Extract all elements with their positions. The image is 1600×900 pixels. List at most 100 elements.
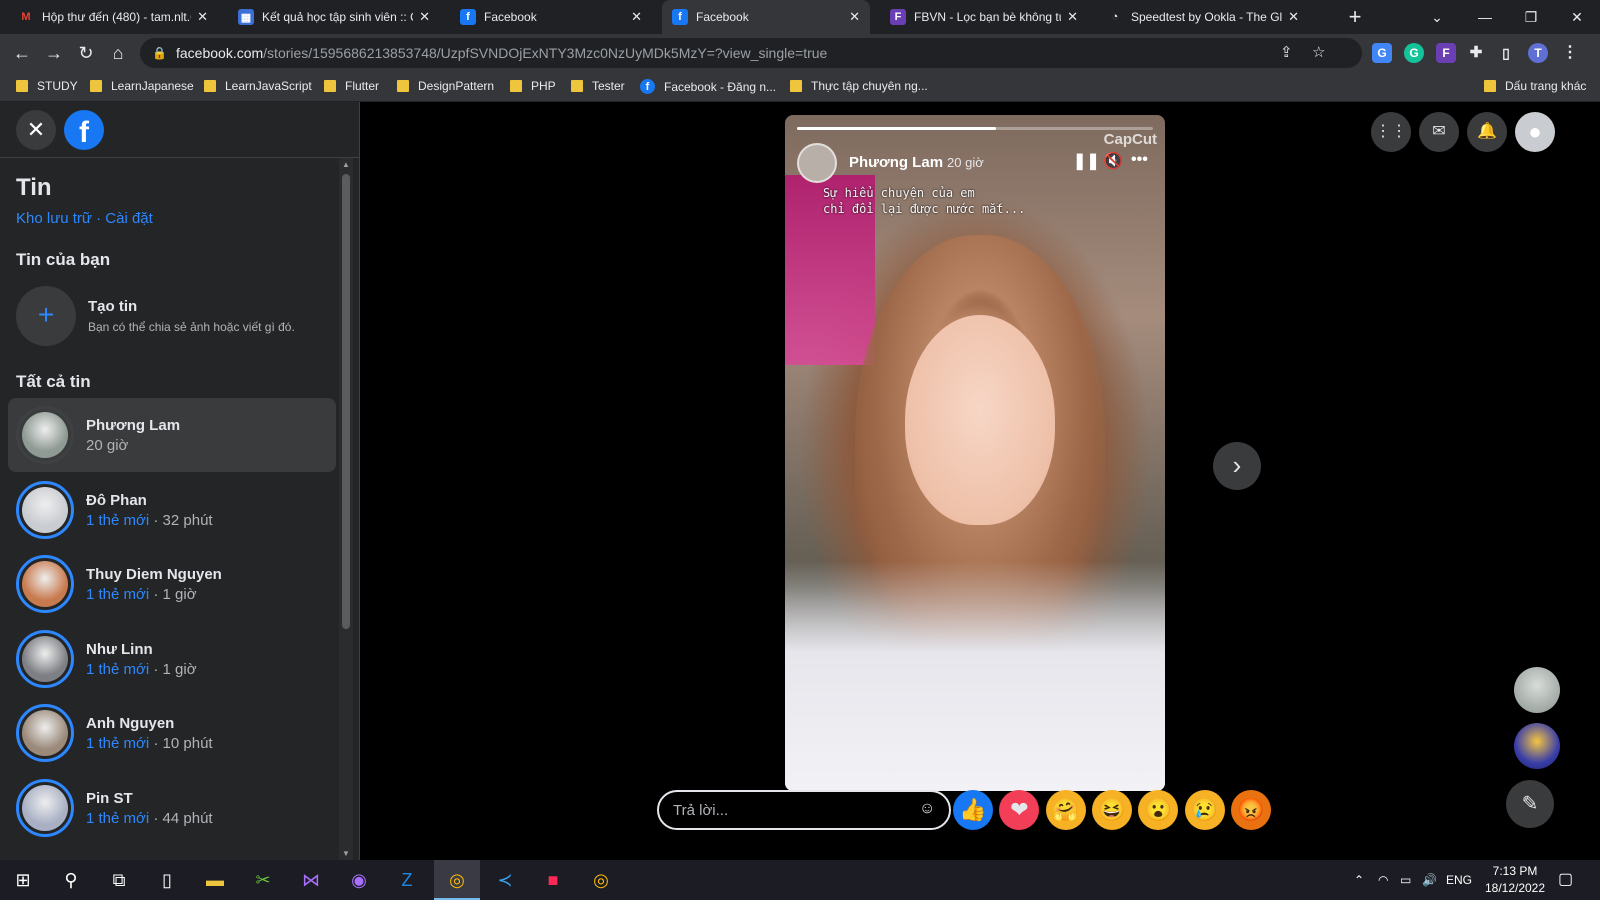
new-tab-button[interactable]: + <box>1342 4 1368 30</box>
like-icon[interactable]: 👍 <box>953 790 993 830</box>
browser-tab[interactable]: M Hộp thư đến (480) - tam.nlt.6 ✕ <box>8 0 218 34</box>
task-view-icon[interactable]: ⧉ <box>96 860 142 900</box>
visual-studio-icon[interactable]: ⋈ <box>288 860 334 900</box>
wifi-icon[interactable]: ◠ <box>1378 860 1388 900</box>
sticker-icon[interactable]: ☺ <box>919 800 935 818</box>
story-time: · 44 phút <box>149 809 213 827</box>
profile-avatar[interactable]: T <box>1528 43 1548 63</box>
share-icon[interactable]: ⇪ <box>1280 38 1293 68</box>
story-author-avatar[interactable] <box>797 143 837 183</box>
haha-icon[interactable]: 😆 <box>1091 790 1132 830</box>
more-options-icon[interactable]: ••• <box>1131 151 1148 169</box>
story-list-item[interactable]: Đô Phan 1 thẻ mới · 32 phút <box>8 473 336 547</box>
tray-chevron-icon[interactable]: ⌃ <box>1354 860 1364 900</box>
fbvn-extension-icon[interactable]: F <box>1436 43 1456 63</box>
bookmark-item[interactable]: LearnJapanese <box>90 79 194 93</box>
compose-edit-icon[interactable]: ✎ <box>1506 780 1554 828</box>
forward-button[interactable]: → <box>40 39 68 67</box>
battery-icon[interactable]: ▭ <box>1400 860 1411 900</box>
scrollbar-thumb[interactable] <box>342 174 350 629</box>
menu-grid-icon[interactable]: ⋮⋮ <box>1371 112 1411 152</box>
language-indicator[interactable]: ENG <box>1446 860 1472 900</box>
bookmark-star-icon[interactable]: ☆ <box>1312 38 1325 68</box>
other-bookmarks[interactable]: Dấu trang khác <box>1484 79 1586 93</box>
scroll-down-arrow-icon[interactable]: ▼ <box>341 849 351 858</box>
bookmark-item[interactable]: f Facebook - Đăng n... <box>640 79 776 94</box>
bookmark-item[interactable]: Flutter <box>324 79 379 93</box>
story-list-item[interactable]: Thuy Diem Nguyen 1 thẻ mới · 1 giờ <box>8 547 336 621</box>
sad-icon[interactable]: 😢 <box>1184 790 1225 830</box>
side-panel-icon[interactable]: ▯ <box>1496 43 1516 63</box>
tab-close-icon[interactable]: ✕ <box>631 9 642 25</box>
search-icon[interactable]: ⚲ <box>48 860 94 900</box>
browser-tab[interactable]: F FBVN - Lọc bạn bè không tươ ✕ <box>880 0 1088 34</box>
file-explorer-icon[interactable]: ▬ <box>192 860 238 900</box>
minimize-button[interactable]: — <box>1462 0 1508 34</box>
story-author-name[interactable]: Phương Lam 20 giờ <box>849 154 984 171</box>
tab-close-icon[interactable]: ✕ <box>1067 9 1078 25</box>
chrome-taskbar-icon[interactable]: ◎ <box>434 860 480 900</box>
browser-tab[interactable]: ▦ Kết quả học tập sinh viên :: Q ✕ <box>228 0 440 34</box>
bookmark-item[interactable]: Thực tập chuyên ng... <box>790 79 928 93</box>
tab-close-icon[interactable]: ✕ <box>197 9 208 25</box>
browser-tab[interactable]: f Facebook ✕ <box>450 0 652 34</box>
friend-story-bubble[interactable] <box>1514 667 1560 713</box>
browser-tab[interactable]: ◔ Speedtest by Ookla - The Glo ✕ <box>1097 0 1309 34</box>
tab-close-icon[interactable]: ✕ <box>849 9 860 25</box>
translate-extension-icon[interactable]: G <box>1372 43 1392 63</box>
bookmark-item[interactable]: STUDY <box>16 79 78 93</box>
messenger-app-icon[interactable]: ◉ <box>336 860 382 900</box>
tab-close-icon[interactable]: ✕ <box>419 9 430 25</box>
birthday-story-bubble[interactable] <box>1514 723 1560 769</box>
mute-icon[interactable]: 🔇 <box>1103 151 1123 171</box>
wow-icon[interactable]: 😮 <box>1138 790 1179 830</box>
address-bar[interactable]: 🔒 facebook.com/stories/1595686213853748/… <box>140 38 1362 68</box>
jetbrains-icon[interactable]: ■ <box>530 860 576 900</box>
browser-tab[interactable]: f Facebook ✕ <box>662 0 870 34</box>
story-list-item[interactable]: Phương Lam 20 giờ <box>8 398 336 472</box>
vscode-icon[interactable]: ≺ <box>482 860 528 900</box>
messenger-icon[interactable]: ✉ <box>1419 112 1459 152</box>
volume-icon[interactable]: 🔊 <box>1422 860 1437 900</box>
sidebar-scrollbar[interactable]: ▲ ▼ <box>339 158 353 860</box>
tab-close-icon[interactable]: ✕ <box>1288 9 1299 25</box>
close-window-button[interactable]: ✕ <box>1554 0 1600 34</box>
bookmark-item[interactable]: PHP <box>510 79 556 93</box>
archive-settings-links[interactable]: Kho lưu trữ · Cài đặt <box>16 210 153 227</box>
story-list-item[interactable]: Như Linn 1 thẻ mới · 1 giờ <box>8 622 336 696</box>
reload-button[interactable]: ↻ <box>72 39 100 67</box>
restore-button[interactable]: ❐ <box>1508 0 1554 34</box>
notepad-icon[interactable]: ▯ <box>144 860 190 900</box>
pause-icon[interactable]: ❚❚ <box>1073 151 1100 171</box>
grammarly-extension-icon[interactable]: G <box>1404 43 1424 63</box>
extensions-puzzle-icon[interactable]: ✚ <box>1466 43 1486 63</box>
story-list-item[interactable]: Pin ST 1 thẻ mới · 44 phút <box>8 771 336 845</box>
next-story-button[interactable]: › <box>1213 442 1261 490</box>
love-icon[interactable]: ❤ <box>999 790 1040 830</box>
home-button[interactable]: ⌂ <box>104 39 132 67</box>
close-stories-button[interactable]: ✕ <box>16 110 56 150</box>
notifications-bell-icon[interactable]: 🔔 <box>1467 112 1507 152</box>
care-icon[interactable]: 🤗 <box>1045 790 1086 830</box>
windows-start-icon[interactable]: ⊞ <box>0 860 46 900</box>
notification-center-icon[interactable]: ▢ <box>1558 860 1573 900</box>
zalo-icon[interactable]: Z <box>384 860 430 900</box>
bookmark-item[interactable]: LearnJavaScript <box>204 79 312 93</box>
tab-search-chevron-icon[interactable]: ⌄ <box>1414 0 1460 34</box>
scroll-up-arrow-icon[interactable]: ▲ <box>341 160 351 169</box>
story-list-item[interactable]: Anh Nguyen 1 thẻ mới · 10 phút <box>8 696 336 770</box>
angry-icon[interactable]: 😡 <box>1230 790 1271 830</box>
chrome-menu-icon[interactable]: ⋮ <box>1560 43 1580 63</box>
chrome-second-icon[interactable]: ◎ <box>578 860 624 900</box>
facebook-logo[interactable]: f <box>64 110 104 150</box>
clock[interactable]: 7:13 PM 18/12/2022 <box>1480 863 1550 897</box>
account-avatar[interactable]: ● <box>1515 112 1555 152</box>
back-button[interactable]: ← <box>8 39 36 67</box>
avatar <box>16 629 74 688</box>
bookmark-item[interactable]: DesignPattern <box>397 79 494 93</box>
bookmark-item[interactable]: Tester <box>571 79 625 93</box>
story-card[interactable]: CapCut Phương Lam 20 giờ ❚❚ 🔇 ••• Sự hiểu… <box>785 115 1165 791</box>
reply-input[interactable] <box>657 790 951 830</box>
snipping-tool-icon[interactable]: ✂ <box>240 860 286 900</box>
create-story-button[interactable]: + Tạo tin Bạn có thể chia sẻ ảnh hoặc vi… <box>16 286 336 346</box>
